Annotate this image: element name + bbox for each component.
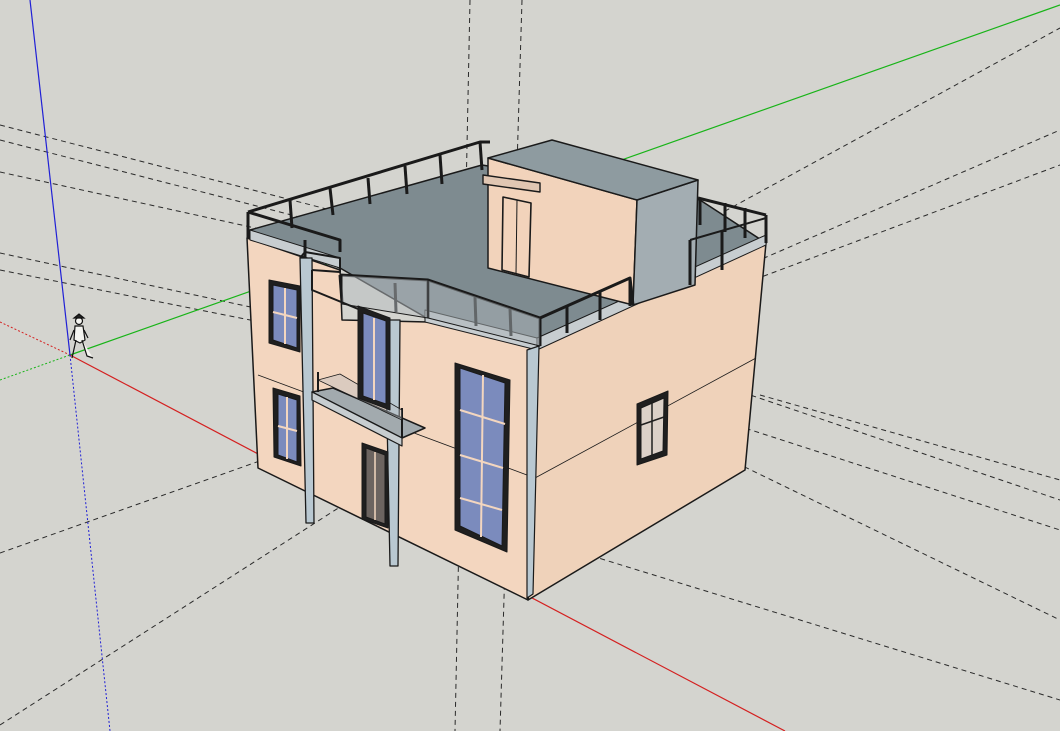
- green-axis-negative: [0, 354, 71, 381]
- blue-axis-negative: [69, 354, 111, 731]
- window-lower-left: [272, 387, 302, 467]
- window-upper-left: [268, 279, 301, 353]
- front-door: [361, 442, 389, 529]
- window-upper-middle: [357, 305, 391, 411]
- tall-window: [454, 362, 511, 553]
- modeling-viewport[interactable]: [0, 0, 1060, 731]
- house-model[interactable]: [246, 139, 768, 601]
- red-axis-negative: [0, 321, 71, 356]
- blue-axis: [29, 0, 71, 356]
- window-right-wall: [636, 390, 669, 466]
